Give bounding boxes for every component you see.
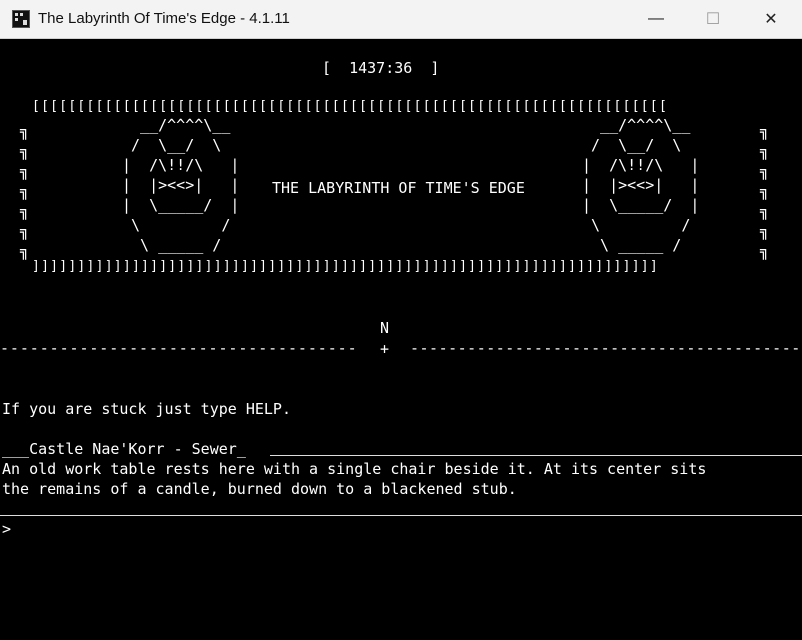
- banner-right-edge-char-1: ╗: [760, 122, 770, 140]
- banner-left-edge-char-4: ╗: [20, 182, 30, 200]
- dragon-art-right-line-2: / \__/ \: [582, 136, 682, 154]
- banner-bottom-border: ]]]]]]]]]]]]]]]]]]]]]]]]]]]]]]]]]]]]]]]]…: [32, 259, 659, 274]
- dragon-art-right-line-5: | \_____/ |: [582, 196, 700, 214]
- window-title: The Labyrinth Of Time's Edge - 4.1.11: [38, 10, 290, 27]
- banner-right-edge-char-4: ╗: [760, 182, 770, 200]
- command-line[interactable]: >: [2, 519, 11, 539]
- banner-right-edge-char-7: ╗: [760, 242, 770, 260]
- minimize-button[interactable]: —: [627, 0, 685, 38]
- banner-left-edge-char-2: ╗: [20, 142, 30, 160]
- dragon-art-right-line-4: | |><<>| |: [582, 176, 700, 194]
- banner-left-edge-char-7: ╗: [20, 242, 30, 260]
- room-header-rule: [270, 455, 802, 456]
- dragon-art-right-line-3: | /\!!/\ |: [582, 156, 700, 174]
- compass-north: N: [380, 319, 390, 337]
- dragon-art-left-line-4: | |><<>| |: [122, 176, 240, 194]
- dragon-art-right-line-6: \ /: [582, 216, 691, 234]
- maximize-button[interactable]: ☐: [684, 0, 742, 38]
- room-prefix: ___: [2, 440, 30, 458]
- dragon-art-left-line-3: | /\!!/\ |: [122, 156, 240, 174]
- banner-left-edge-char-1: ╗: [20, 122, 30, 140]
- title-bar: The Labyrinth Of Time's Edge - 4.1.11 — …: [0, 0, 802, 39]
- banner-right-edge-char-2: ╗: [760, 142, 770, 160]
- compass-right-dashes: ----------------------------------------…: [410, 339, 802, 357]
- help-text: If you are stuck just type HELP.: [2, 400, 291, 418]
- compass-center: +: [380, 340, 390, 358]
- timer: [ 1437:36 ]: [322, 59, 440, 77]
- banner-right-edge-char-6: ╗: [760, 222, 770, 240]
- banner-right-edge-char-3: ╗: [760, 162, 770, 180]
- compass-left-dashes: ------------------------------------: [0, 339, 358, 357]
- prompt-symbol: >: [2, 520, 12, 538]
- dragon-art-right-line-7: \ _____ /: [582, 236, 682, 254]
- room-header: ___Castle Nae'Korr - Sewer_: [2, 439, 246, 459]
- dragon-art-right-line-1: __/^^^^\__: [582, 116, 691, 134]
- banner-right-edge-char-5: ╗: [760, 202, 770, 220]
- dragon-art-left-line-1: __/^^^^\__: [122, 116, 231, 134]
- dragon-art-left-line-6: \ /: [122, 216, 231, 234]
- room-description-line-1: An old work table rests here with a sing…: [2, 460, 707, 478]
- room-suffix: _: [236, 440, 246, 458]
- dragon-art-left-line-5: | \_____/ |: [122, 196, 240, 214]
- dragon-art-left-line-2: / \__/ \: [122, 136, 222, 154]
- banner-left-edge-char-6: ╗: [20, 222, 30, 240]
- dragon-art-left-line-7: \ _____ /: [122, 236, 222, 254]
- banner-top-border: [[[[[[[[[[[[[[[[[[[[[[[[[[[[[[[[[[[[[[[[…: [32, 99, 669, 114]
- app-icon: [12, 10, 30, 28]
- terminal-area[interactable]: [ 1437:36 ] [[[[[[[[[[[[[[[[[[[[[[[[[[[[…: [0, 39, 802, 640]
- input-separator: [0, 515, 802, 516]
- close-button[interactable]: ✕: [742, 0, 800, 38]
- room-name: Castle Nae'Korr - Sewer: [29, 440, 237, 458]
- room-description-line-2: the remains of a candle, burned down to …: [2, 480, 517, 498]
- banner-title: THE LABYRINTH OF TIME'S EDGE: [272, 179, 525, 197]
- banner-left-edge-char-3: ╗: [20, 162, 30, 180]
- banner-left-edge-char-5: ╗: [20, 202, 30, 220]
